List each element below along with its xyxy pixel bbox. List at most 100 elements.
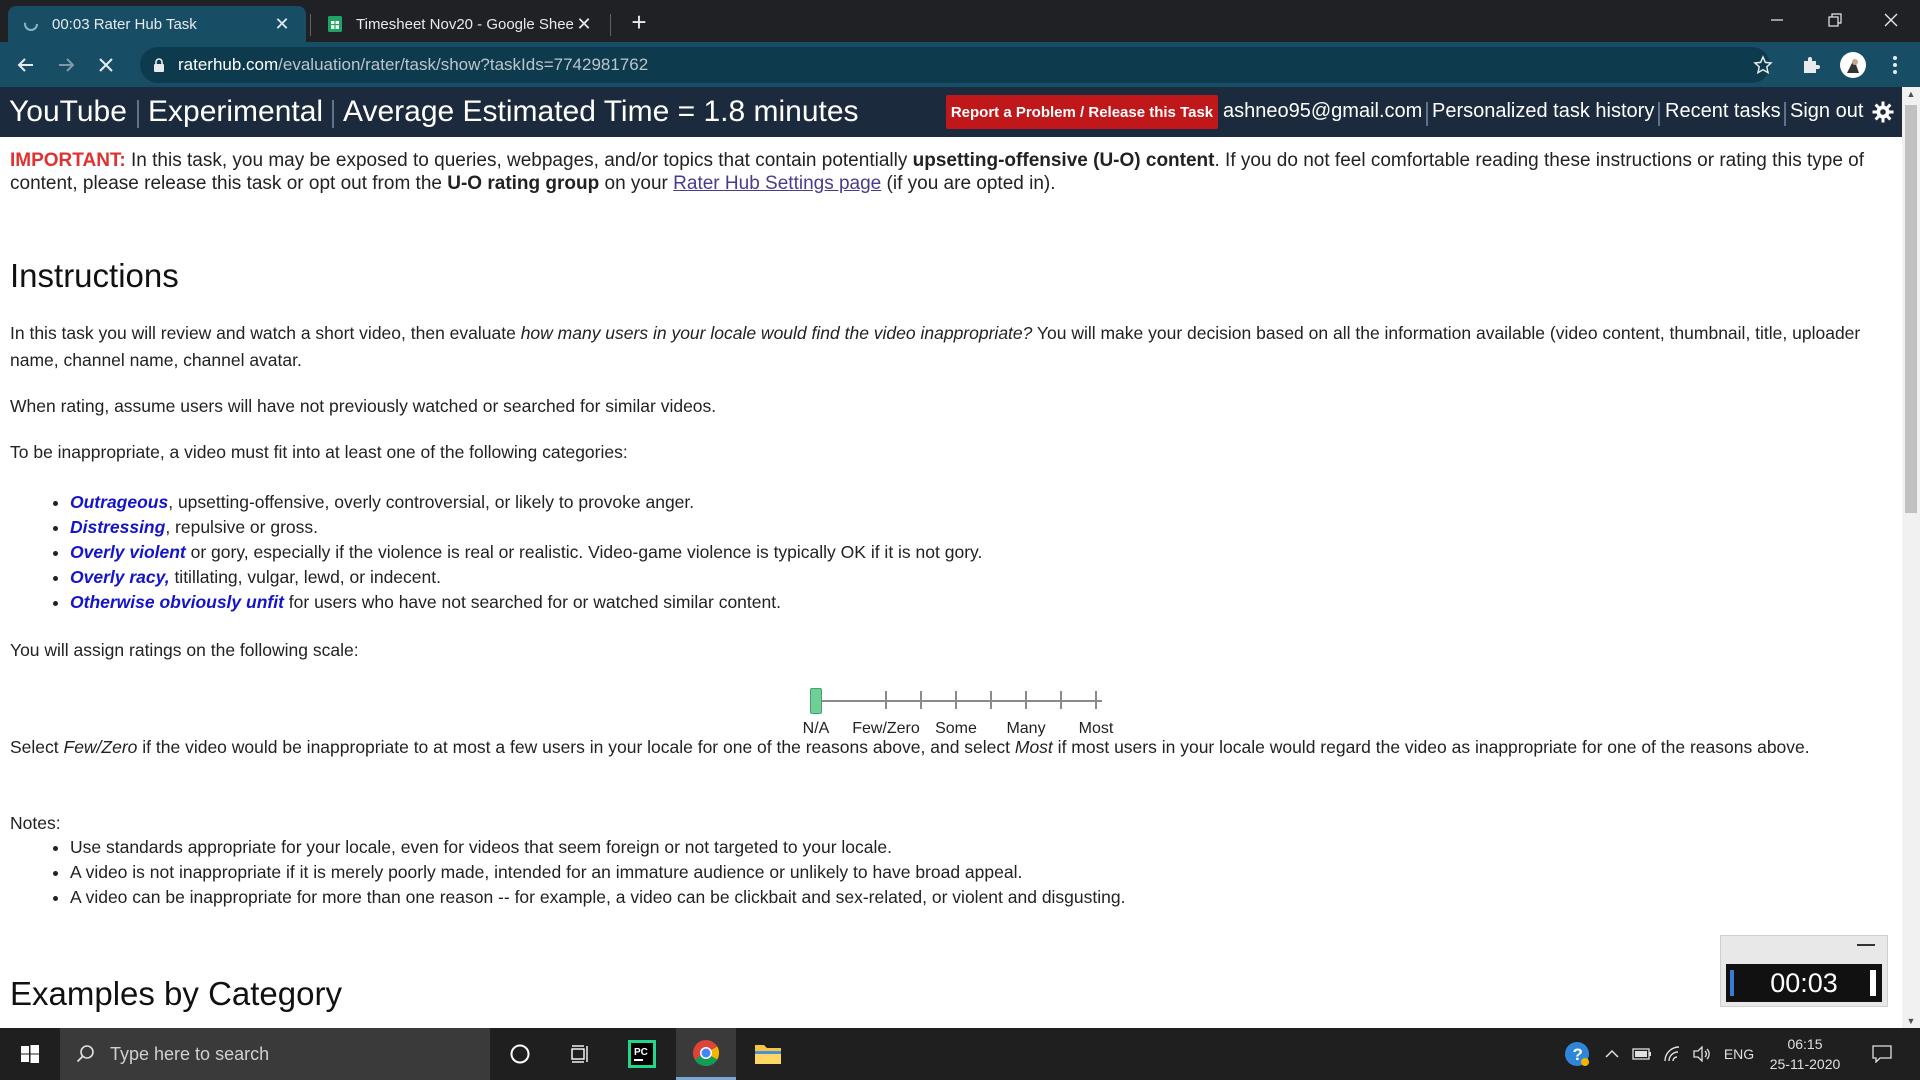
instructions-paragraph: To be inappropriate, a video must fit in… — [10, 442, 628, 462]
pycharm-app-button[interactable]: PC — [612, 1028, 672, 1080]
task-type-title: YouTube — [9, 95, 127, 128]
extensions-button[interactable] — [1796, 50, 1826, 80]
scale-tick — [1060, 691, 1062, 709]
back-button[interactable] — [10, 49, 42, 81]
header-divider — [332, 100, 334, 128]
task-timer-widget[interactable]: 00:03 — [1720, 935, 1888, 1007]
rating-scale-graphic: N/A Few/Zero Some Many Most — [790, 672, 1130, 737]
gear-icon[interactable] — [1872, 101, 1894, 123]
chrome-icon — [693, 1039, 720, 1066]
tab-timesheet[interactable]: Timesheet Nov20 - Google Sheet ✕ — [312, 6, 608, 42]
instructions-paragraph: When rating, assume users will have not … — [10, 396, 717, 416]
lock-icon — [154, 58, 164, 72]
input-language-indicator[interactable]: ENG — [1720, 1028, 1758, 1080]
estimated-time-title: Average Estimated Time = 1.8 minutes — [343, 95, 859, 128]
close-window-button[interactable] — [1862, 0, 1920, 40]
inappropriate-categories-list: Outrageous, upsetting-offensive, overly … — [60, 490, 982, 615]
sheets-favicon-icon — [328, 16, 342, 32]
minimize-window-button[interactable] — [1748, 0, 1806, 40]
chrome-app-button[interactable] — [676, 1028, 736, 1080]
task-view-icon — [571, 1045, 588, 1063]
start-button[interactable] — [0, 1028, 60, 1080]
important-text: In this task, you may be exposed to quer… — [125, 150, 913, 171]
search-icon — [76, 1045, 94, 1063]
task-category-title: Experimental — [148, 95, 324, 128]
wifi-icon — [1664, 1046, 1680, 1062]
network-tray-button[interactable] — [1658, 1028, 1686, 1080]
tab-rater-hub[interactable]: 00:03 Rater Hub Task ✕ — [8, 6, 306, 42]
list-item: Overly violent or gory, especially if th… — [70, 540, 982, 565]
paragraph-text: Select — [10, 737, 64, 757]
minimize-icon — [1771, 19, 1783, 21]
url-host: raterhub.com — [178, 55, 279, 74]
report-problem-button[interactable]: Report a Problem / Release this Task — [946, 95, 1218, 129]
restore-icon — [1828, 13, 1842, 27]
clock-time: 06:15 — [1787, 1036, 1823, 1052]
instructions-paragraph: Select Few/Zero if the video would be in… — [10, 734, 1880, 761]
important-text: on your — [599, 173, 674, 194]
task-view-button[interactable] — [550, 1028, 610, 1080]
profile-avatar-button[interactable] — [1838, 50, 1868, 80]
timer-display: 00:03 — [1726, 964, 1882, 1002]
file-explorer-app-button[interactable] — [738, 1028, 798, 1080]
action-center-button[interactable] — [1862, 1028, 1902, 1080]
scroll-up-arrow-icon[interactable]: ▲ — [1906, 89, 1916, 99]
category-description: , upsetting-offensive, overly controvers… — [168, 492, 695, 512]
list-item: A video is not inappropriate if it is me… — [70, 860, 1125, 885]
restore-window-button[interactable] — [1806, 0, 1864, 40]
category-description: for users who have not searched for or w… — [283, 592, 781, 612]
battery-tray-button[interactable] — [1628, 1028, 1656, 1080]
page-scrollbar[interactable]: ▲ ▼ — [1902, 87, 1920, 1028]
browser-menu-button[interactable] — [1880, 50, 1910, 80]
show-hidden-icons-button[interactable] — [1600, 1028, 1624, 1080]
tab-close-icon[interactable]: ✕ — [574, 14, 594, 35]
scale-handle — [810, 688, 822, 714]
header-divider — [1426, 102, 1428, 126]
notification-icon — [1872, 1045, 1892, 1063]
tab-close-icon[interactable]: ✕ — [272, 14, 292, 35]
scale-tick — [885, 691, 887, 709]
category-name: Overly violent — [70, 542, 186, 562]
help-icon: ? — [1565, 1042, 1589, 1066]
back-arrow-icon — [17, 58, 33, 72]
sign-out-link[interactable]: Sign out — [1790, 100, 1863, 123]
help-tray-button[interactable]: ? — [1560, 1028, 1594, 1080]
list-item: Distressing, repulsive or gross. — [70, 515, 982, 540]
paragraph-emphasis: Most — [1014, 737, 1053, 757]
clock-date: 25-11-2020 — [1769, 1056, 1841, 1072]
volume-tray-button[interactable] — [1688, 1028, 1716, 1080]
stop-loading-button[interactable] — [90, 49, 122, 81]
windows-logo-icon — [21, 1045, 39, 1063]
paragraph-emphasis: how many users in your locale would find… — [520, 323, 1033, 343]
recent-tasks-link[interactable]: Recent tasks — [1665, 100, 1781, 123]
forward-arrow-icon — [59, 58, 75, 72]
new-tab-button[interactable]: + — [624, 8, 654, 38]
address-bar[interactable]: raterhub.com/evaluation/rater/task/show?… — [140, 47, 1770, 83]
forward-button[interactable] — [50, 49, 82, 81]
speaker-icon — [1693, 1046, 1710, 1062]
avatar-icon — [1840, 52, 1866, 78]
taskbar-search-box[interactable]: Type here to search — [60, 1028, 490, 1080]
rater-hub-header: YouTube Experimental Average Estimated T… — [0, 87, 1902, 137]
timer-minimize-icon[interactable] — [1857, 944, 1875, 946]
browser-toolbar: raterhub.com/evaluation/rater/task/show?… — [0, 42, 1920, 87]
taskbar-clock[interactable]: 06:15 25-11-2020 — [1762, 1034, 1848, 1074]
paragraph-text: if most users in your locale would regar… — [1052, 737, 1810, 757]
important-bold: U-O rating group — [447, 173, 600, 194]
scroll-down-arrow-icon[interactable]: ▼ — [1906, 1016, 1916, 1026]
notes-list: Use standards appropriate for your local… — [60, 835, 1125, 910]
list-item: Overly racy, titillating, vulgar, lewd, … — [70, 565, 982, 590]
tab-separator — [310, 14, 311, 36]
rater-hub-settings-link[interactable]: Rater Hub Settings page — [673, 173, 881, 194]
folder-icon — [755, 1045, 781, 1064]
scrollbar-thumb[interactable] — [1905, 105, 1917, 513]
cortana-button[interactable] — [490, 1028, 550, 1080]
cortana-circle-icon — [510, 1044, 530, 1064]
scale-tick — [1025, 691, 1027, 709]
list-item: A video can be inappropriate for more th… — [70, 885, 1125, 910]
chevron-up-icon — [1605, 1049, 1619, 1058]
list-item: Outrageous, upsetting-offensive, overly … — [70, 490, 982, 515]
scale-tick — [955, 691, 957, 709]
personalized-task-history-link[interactable]: Personalized task history — [1432, 100, 1654, 123]
bookmark-star-button[interactable] — [1748, 50, 1778, 80]
